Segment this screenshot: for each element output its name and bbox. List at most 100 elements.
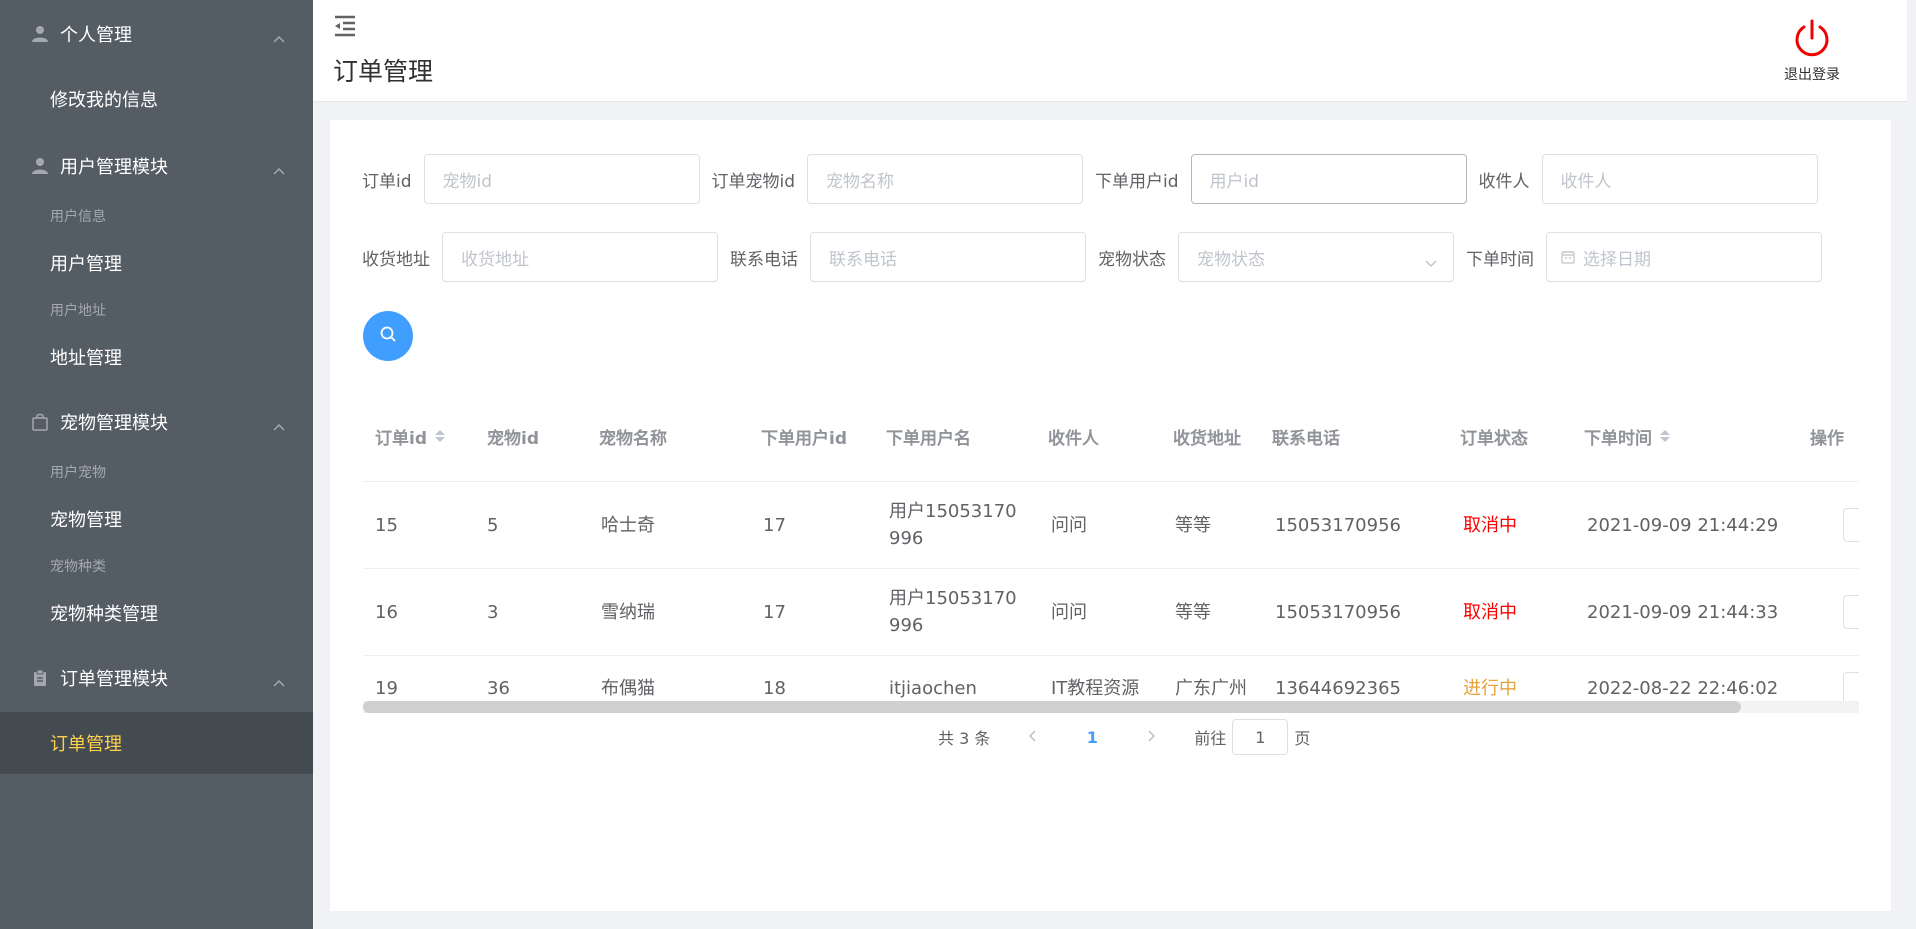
pet-status-select[interactable]: 宠物状态 (1178, 232, 1454, 282)
table-row: 19 36 布偶猫 18 itjiaochen IT教程资源 广东广州 1364… (363, 656, 1859, 704)
receiver-placeholder: 收件人 (1560, 171, 1612, 192)
cell-phone: 15053170956 (1275, 514, 1401, 536)
sidebar-caption-user-pets: 用户宠物 (50, 465, 106, 481)
menu-fold-icon[interactable] (333, 14, 357, 42)
pagination-total: 共 3 条 (938, 729, 991, 748)
search-icon (379, 325, 397, 347)
order-pet-id-placeholder: 宠物名称 (826, 171, 895, 192)
address-label: 收货地址 (362, 249, 430, 270)
sidebar-item-pet-management[interactable]: 宠物管理 (0, 488, 313, 550)
cell-order-status: 取消中 (1463, 514, 1517, 536)
column-actions: 操作 (1810, 428, 1844, 449)
order-pet-id-input[interactable]: 宠物名称 (807, 154, 1084, 204)
cell-order-id: 15 (375, 514, 398, 536)
column-order-time[interactable]: 下单时间 (1584, 390, 1670, 482)
edit-button[interactable]: 编辑 (1843, 671, 1859, 704)
order-id-placeholder: 宠物id (442, 171, 493, 192)
receiver-input[interactable]: 收件人 (1541, 154, 1818, 204)
goto-page-input[interactable]: 1 (1232, 719, 1289, 755)
column-order-status: 订单状态 (1460, 428, 1528, 449)
table-row: 16 3 雪纳瑞 17 用户15053170996 问问 等等 15053170… (363, 569, 1859, 656)
cell-receiver: IT教程资源 (1051, 678, 1140, 699)
chevron-right-icon (1148, 729, 1156, 742)
prev-page-button[interactable] (1018, 727, 1048, 748)
chevron-up-icon (273, 160, 285, 179)
cell-order-status: 进行中 (1463, 678, 1517, 699)
cell-order-id: 19 (375, 678, 398, 699)
calendar-icon (1561, 250, 1575, 264)
user-id-input[interactable]: 用户id (1190, 154, 1467, 204)
cell-order-time: 2021-09-09 21:44:29 (1587, 514, 1779, 536)
page-suffix: 页 (1294, 729, 1311, 748)
cell-pet-id: 5 (487, 514, 499, 536)
phone-label: 联系电话 (730, 249, 798, 270)
column-user-id: 下单用户id (761, 428, 847, 449)
sidebar-item-address-management[interactable]: 地址管理 (0, 326, 313, 388)
cell-order-time: 2021-09-09 21:44:33 (1587, 601, 1779, 623)
cell-pet-name: 雪纳瑞 (601, 601, 655, 623)
sidebar: 个人管理 修改我的信息 用户管理模块 用户信息 用户管理 用户地址 地址管理 宠… (0, 0, 313, 929)
page-number-current[interactable]: 1 (1072, 728, 1112, 747)
table-row: 15 5 哈士奇 17 用户15053170996 问问 等等 15053170… (363, 482, 1859, 569)
sidebar-group-user-management[interactable]: 用户管理模块 (0, 132, 313, 200)
sidebar-item-pet-type-management[interactable]: 宠物种类管理 (0, 582, 313, 644)
filter-row-2: 收货地址 收货地址 联系电话 联系电话 宠物状态 宠物状态 下单时间 选择日期 (362, 232, 1822, 282)
address-input[interactable]: 收货地址 (442, 232, 718, 282)
pagination: 共 3 条 1 前往 1 页 (938, 719, 1310, 755)
main-card: 订单id 宠物id 订单宠物id 宠物名称 下单用户id 用户id 收件人 收件… (330, 120, 1891, 911)
chevron-up-icon (273, 28, 285, 47)
pet-status-placeholder: 宠物状态 (1197, 249, 1265, 270)
sort-caret-icon[interactable] (1660, 430, 1670, 442)
sidebar-group-pet-management[interactable]: 宠物管理模块 (0, 388, 313, 456)
page-title: 订单管理 (333, 57, 434, 86)
order-time-datepicker[interactable]: 选择日期 (1546, 232, 1822, 282)
cell-user-id: 17 (763, 601, 786, 623)
column-label: 订单id (375, 428, 427, 449)
sidebar-item-edit-my-info[interactable]: 修改我的信息 (0, 68, 313, 130)
order-table: 订单id 宠物id 宠物名称 下单用户id 下单用户名 收件人 收货地址 联系电… (363, 390, 1859, 704)
shopping-bag-icon (30, 412, 50, 432)
goto-label: 前往 (1194, 729, 1227, 748)
address-placeholder: 收货地址 (461, 249, 529, 270)
cell-order-status: 取消中 (1463, 601, 1517, 623)
logout-button[interactable]: 退出登录 (1777, 18, 1847, 84)
edit-button[interactable]: 编辑 (1843, 595, 1859, 629)
phone-placeholder: 联系电话 (829, 249, 897, 270)
sidebar-item-order-management[interactable]: 订单管理 (0, 712, 313, 774)
chevron-up-icon (273, 416, 285, 435)
order-id-input[interactable]: 宠物id (423, 154, 700, 204)
cell-pet-name: 哈士奇 (601, 514, 655, 536)
sidebar-item-user-management[interactable]: 用户管理 (0, 232, 313, 294)
horizontal-scrollbar[interactable] (363, 701, 1859, 713)
cell-order-id: 16 (375, 601, 398, 623)
cell-address: 等等 (1175, 514, 1211, 536)
cell-receiver: 问问 (1051, 514, 1087, 536)
phone-input[interactable]: 联系电话 (810, 232, 1086, 282)
scrollbar-thumb[interactable] (363, 701, 1741, 713)
sidebar-group-order-management[interactable]: 订单管理模块 (0, 644, 313, 712)
sort-caret-icon[interactable] (435, 430, 445, 442)
column-address: 收货地址 (1173, 428, 1241, 449)
clipboard-icon (30, 668, 50, 688)
cell-pet-id: 3 (487, 601, 499, 623)
search-button[interactable] (363, 311, 413, 361)
column-label: 下单时间 (1584, 428, 1652, 449)
edit-button[interactable]: 编辑 (1843, 508, 1859, 542)
sidebar-group-title: 用户管理模块 (60, 157, 168, 178)
next-page-button[interactable] (1136, 727, 1166, 748)
sidebar-group-personal[interactable]: 个人管理 (0, 0, 313, 68)
sidebar-caption-user-address: 用户地址 (50, 303, 106, 319)
sidebar-caption-user-info: 用户信息 (50, 209, 106, 225)
logout-label: 退出登录 (1784, 67, 1840, 83)
table-header: 订单id 宠物id 宠物名称 下单用户id 下单用户名 收件人 收货地址 联系电… (363, 390, 1859, 482)
cell-user-name: 用户15053170996 (889, 588, 1017, 636)
chevron-left-icon (1029, 729, 1036, 742)
filter-row-1: 订单id 宠物id 订单宠物id 宠物名称 下单用户id 用户id 收件人 收件… (362, 154, 1818, 204)
power-icon (1792, 19, 1832, 62)
receiver-label: 收件人 (1478, 171, 1530, 192)
order-id-label: 订单id (362, 171, 412, 192)
user-icon (30, 24, 50, 44)
cell-user-id: 17 (763, 514, 786, 536)
chevron-up-icon (273, 672, 285, 691)
column-order-id[interactable]: 订单id (375, 390, 445, 482)
